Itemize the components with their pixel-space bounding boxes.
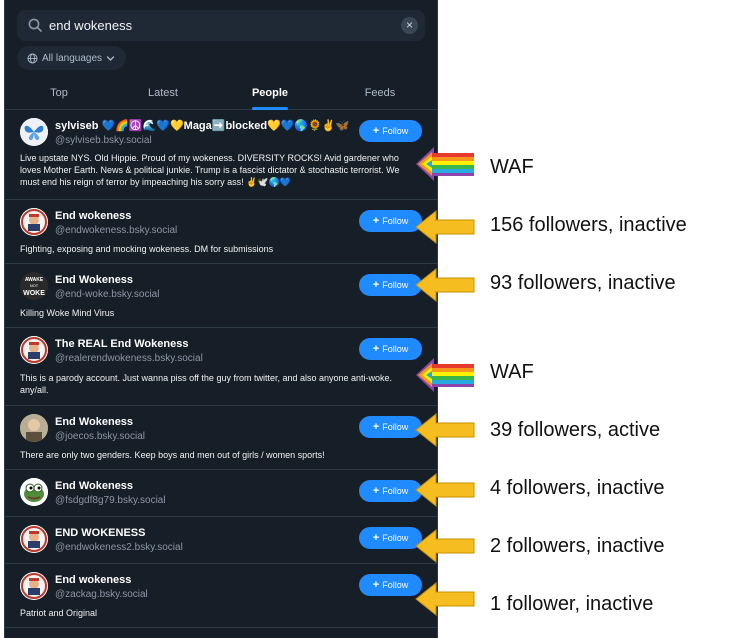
- yellow-arrow-icon: [414, 208, 476, 246]
- avatar: [20, 414, 48, 442]
- handle: @zackag.bsky.social: [55, 589, 148, 600]
- display-name: sylviseb 💙🌈☮️🌊💙💛Maga➡️blocked💛💙🌎🌻✌️🦋: [55, 120, 350, 132]
- awake-not-woke-icon: AWAKE NOT WOKE: [20, 272, 48, 300]
- bio: Killing Woke Mind Virus: [20, 308, 115, 318]
- display-name: End Wokeness: [55, 274, 134, 286]
- search-bar[interactable]: end wokeness ×: [17, 10, 425, 41]
- display-name: END WOKENESS: [55, 527, 146, 539]
- tab-top[interactable]: Top: [5, 80, 113, 110]
- follow-button[interactable]: + Follow: [359, 274, 422, 296]
- follow-button[interactable]: + Follow: [359, 338, 422, 360]
- yellow-arrow-icon: [414, 411, 476, 449]
- account-row[interactable]: End wokeness @endwokeness.bsky.social + F…: [5, 200, 437, 264]
- account-row[interactable]: END WOKENESS @endwokeness2.bsky.social +…: [5, 517, 437, 564]
- profile-badge-icon: [20, 208, 48, 236]
- handle: @realerendwokeness.bsky.social: [55, 353, 203, 364]
- yellow-arrow-icon: [414, 266, 476, 304]
- globe-icon: [27, 53, 38, 63]
- photo-avatar-icon: [20, 414, 48, 442]
- app-screen: end wokeness × All languages Top Latest …: [4, 0, 438, 638]
- handle: @joecos.bsky.social: [55, 431, 145, 442]
- yellow-arrow-icon: [414, 471, 476, 509]
- annotation-label: WAF: [490, 361, 534, 383]
- follow-button[interactable]: + Follow: [359, 574, 422, 596]
- follow-button[interactable]: + Follow: [359, 416, 422, 438]
- annotation-label: 2 followers, inactive: [490, 535, 665, 557]
- avatar: [20, 118, 48, 146]
- frog-avatar-icon: [20, 478, 48, 506]
- account-row[interactable]: End Wokeness @joecos.bsky.social + Follow…: [5, 406, 437, 470]
- follow-button[interactable]: + Follow: [359, 120, 422, 142]
- handle: @endwokeness.bsky.social: [55, 225, 178, 236]
- display-name: End Wokeness: [55, 480, 134, 492]
- bio: Live upstate NYS. Old Hippie. Proud of m…: [20, 153, 400, 187]
- annotation-label: 39 followers, active: [490, 419, 661, 441]
- display-name: The REAL End Wokeness: [55, 338, 189, 350]
- account-row[interactable]: sylviseb 💙🌈☮️🌊💙💛Maga➡️blocked💛💙🌎🌻✌️🦋 @sy…: [5, 110, 437, 200]
- avatar: [20, 525, 48, 553]
- profile-badge-icon: [20, 572, 48, 600]
- handle: @sylviseb.bsky.social: [55, 135, 152, 146]
- follow-button[interactable]: + Follow: [359, 210, 422, 232]
- tab-latest[interactable]: Latest: [113, 80, 213, 110]
- account-row[interactable]: End wokeness @zackag.bsky.social + Follow…: [5, 564, 437, 628]
- follow-button[interactable]: + Follow: [359, 527, 422, 549]
- handle: @end-woke.bsky.social: [55, 289, 160, 300]
- language-filter-label: All languages: [42, 52, 103, 64]
- account-row[interactable]: End Wokeness @fsdgdf8g79.bsky.social + Fo…: [5, 470, 437, 517]
- annotation-label: 93 followers, inactive: [490, 272, 676, 294]
- bio: There are only two genders. Keep boys an…: [20, 450, 325, 460]
- yellow-arrow-icon: [414, 580, 476, 618]
- avatar-text-line: WOKE: [23, 290, 45, 297]
- display-name: End Wokeness: [55, 416, 134, 428]
- rainbow-arrow-icon: [414, 356, 476, 394]
- language-filter-button[interactable]: All languages: [17, 46, 127, 70]
- tab-feeds[interactable]: Feeds: [340, 80, 420, 110]
- profile-badge-icon: [20, 525, 48, 553]
- butterfly-icon: [20, 118, 48, 146]
- search-input[interactable]: end wokeness: [49, 18, 132, 33]
- handle: @fsdgdf8g79.bsky.social: [55, 495, 166, 506]
- annotation-label: 156 followers, inactive: [490, 214, 687, 236]
- avatar: [20, 478, 48, 506]
- annotation-label: 1 follower, inactive: [490, 593, 654, 615]
- profile-badge-icon: [20, 336, 48, 364]
- tab-people[interactable]: People: [230, 80, 310, 110]
- annotation-label: WAF: [490, 156, 534, 178]
- avatar: [20, 572, 48, 600]
- search-tabs: Top Latest People Feeds: [5, 80, 437, 110]
- display-name: End wokeness: [55, 574, 132, 586]
- account-row[interactable]: AWAKE NOT WOKE End Wokeness @end-woke.bs…: [5, 264, 437, 328]
- bio: This is a parody account. Just wanna pis…: [20, 373, 393, 395]
- rainbow-arrow-icon: [414, 145, 476, 183]
- avatar: [20, 336, 48, 364]
- account-row[interactable]: The REAL End Wokeness @realerendwokeness…: [5, 328, 437, 406]
- chevron-down-icon: [106, 55, 115, 61]
- avatar: AWAKE NOT WOKE: [20, 272, 48, 300]
- yellow-arrow-icon: [414, 527, 476, 565]
- avatar: [20, 208, 48, 236]
- follow-button[interactable]: + Follow: [359, 480, 422, 502]
- handle: @endwokeness2.bsky.social: [55, 542, 183, 553]
- bio: Patriot and Original: [20, 608, 98, 618]
- display-name: End wokeness: [55, 210, 132, 222]
- clear-search-icon[interactable]: ×: [401, 17, 418, 34]
- search-icon: [28, 18, 42, 32]
- annotation-label: 4 followers, inactive: [490, 477, 665, 499]
- bio: Fighting, exposing and mocking wokeness.…: [20, 244, 274, 254]
- avatar-text-line: NOT: [30, 283, 39, 288]
